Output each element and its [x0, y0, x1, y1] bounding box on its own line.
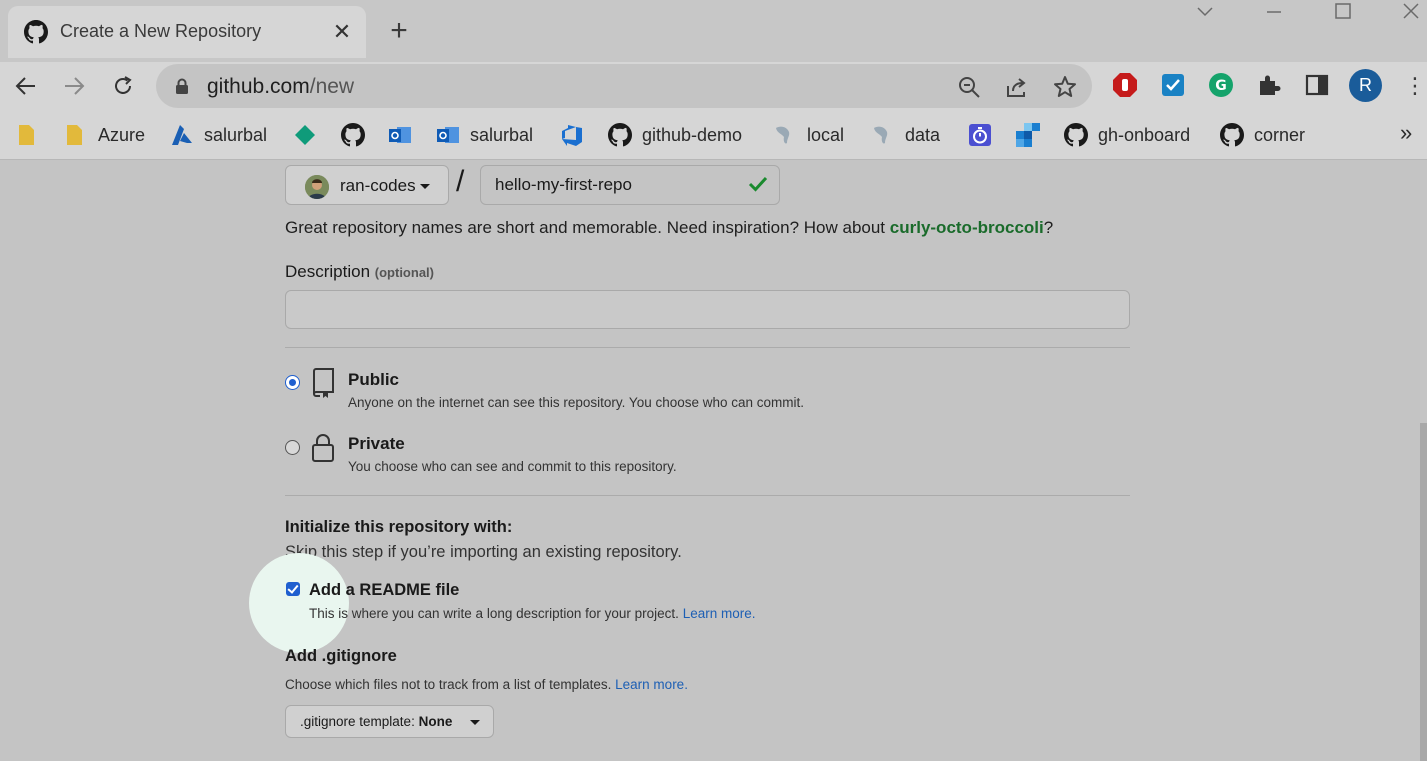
- readme-description: This is where you can write a long descr…: [309, 606, 756, 621]
- owner-avatar: [305, 175, 329, 199]
- caret-down-icon: [470, 720, 480, 725]
- grammarly-icon[interactable]: G: [1208, 72, 1234, 98]
- gitignore-template-dropdown[interactable]: .gitignore template: None: [285, 705, 494, 738]
- public-title: Public: [348, 370, 400, 389]
- bookmark-item[interactable]: gh-onboard: [1064, 122, 1190, 148]
- folder-icon: [19, 125, 34, 145]
- lock-icon: [312, 434, 334, 462]
- description-label: Description (optional): [285, 262, 434, 281]
- private-radio[interactable]: [285, 440, 300, 455]
- svg-text:G: G: [1215, 78, 1227, 94]
- initialize-title: Initialize this repository with:: [285, 518, 513, 536]
- map-icon: [776, 126, 790, 144]
- bookmark-item[interactable]: corner: [1220, 122, 1305, 148]
- owner-repo-separator: /: [456, 165, 465, 198]
- adblock-icon[interactable]: [1112, 72, 1138, 98]
- tab-create-repository[interactable]: Create a New Repository ✕: [8, 6, 366, 58]
- azure-devops-icon: [562, 125, 582, 146]
- bookmark-item[interactable]: Azure: [64, 122, 145, 148]
- private-description: You choose who can see and commit to thi…: [348, 459, 677, 474]
- diamond-icon: [295, 125, 315, 145]
- caret-down-icon: [420, 184, 430, 189]
- bookmark-item[interactable]: [341, 122, 375, 148]
- close-tab-icon[interactable]: ✕: [330, 20, 354, 44]
- bookmark-item[interactable]: github-demo: [608, 122, 742, 148]
- readme-learn-more-link[interactable]: Learn more.: [683, 606, 756, 621]
- owner-name: ran-codes: [340, 176, 416, 195]
- bookmark-item[interactable]: salurbal: [170, 122, 267, 148]
- outlook-icon: [389, 127, 411, 143]
- repository-name-hint: Great repository names are short and mem…: [285, 218, 1054, 237]
- browser-toolbar: github.com/new G R ⋮: [0, 62, 1427, 110]
- bookmark-item[interactable]: [1016, 122, 1050, 148]
- zoom-icon[interactable]: [956, 74, 982, 100]
- click-highlight: [249, 553, 349, 653]
- bookmark-item[interactable]: [293, 122, 327, 148]
- lock-icon: [176, 78, 188, 94]
- browser-menu-icon[interactable]: ⋮: [1404, 71, 1426, 101]
- bookmark-item[interactable]: salurbal: [436, 122, 533, 148]
- bookmark-item[interactable]: [968, 122, 1002, 148]
- bookmark-item[interactable]: data: [871, 122, 940, 148]
- page-scrollbar[interactable]: [1420, 423, 1427, 761]
- check-icon: [748, 176, 768, 192]
- bookmark-star-icon[interactable]: [1052, 74, 1078, 100]
- new-tab-button[interactable]: +: [384, 16, 414, 46]
- map-icon: [874, 126, 888, 144]
- gitignore-learn-more-link[interactable]: Learn more.: [615, 677, 688, 692]
- repository-name-input[interactable]: hello-my-first-repo: [480, 165, 780, 205]
- timer-icon: [969, 124, 991, 146]
- section-divider: [285, 495, 1130, 496]
- close-window-icon[interactable]: [1396, 0, 1426, 22]
- add-readme-label[interactable]: Add a README file: [309, 581, 459, 600]
- forward-arrow-icon[interactable]: [58, 70, 90, 102]
- github-icon: [24, 20, 48, 44]
- side-panel-icon[interactable]: [1304, 72, 1330, 98]
- new-repository-page: ran-codes / hello-my-first-repo Great re…: [0, 161, 1427, 761]
- github-icon: [1220, 123, 1244, 147]
- tab-title: Create a New Repository: [60, 21, 262, 41]
- private-title: Private: [348, 434, 405, 453]
- section-divider: [285, 347, 1130, 348]
- bookmarks-bar: Azure salurbal salurbal github-demo loca…: [0, 110, 1427, 160]
- bookmark-item[interactable]: [560, 122, 594, 148]
- minimize-icon[interactable]: [1259, 0, 1289, 22]
- bookmark-item[interactable]: local: [773, 122, 844, 148]
- squares-icon: [1016, 123, 1040, 147]
- bookmark-item[interactable]: [16, 122, 50, 148]
- profile-avatar[interactable]: R: [1349, 69, 1382, 102]
- reload-icon[interactable]: [107, 70, 139, 102]
- todo-check-icon[interactable]: [1160, 72, 1186, 98]
- github-icon: [341, 123, 365, 147]
- public-radio[interactable]: [285, 375, 300, 390]
- description-input[interactable]: [285, 290, 1130, 329]
- gitignore-title: Add .gitignore: [285, 647, 397, 665]
- folder-icon: [67, 125, 82, 145]
- address-url: github.com/new: [207, 75, 355, 98]
- tab-strip: Create a New Repository ✕ +: [0, 0, 1427, 62]
- gitignore-description: Choose which files not to track from a l…: [285, 677, 688, 692]
- maximize-icon[interactable]: [1328, 0, 1358, 22]
- repo-book-icon: [313, 368, 334, 398]
- outlook-icon: [437, 127, 459, 143]
- address-bar[interactable]: github.com/new: [156, 64, 1092, 108]
- extensions-puzzle-icon[interactable]: [1256, 72, 1282, 98]
- owner-dropdown[interactable]: ran-codes: [285, 165, 449, 205]
- bookmarks-overflow-button[interactable]: »: [1400, 120, 1412, 146]
- tab-search-icon[interactable]: [1190, 0, 1220, 22]
- add-readme-checkbox[interactable]: [286, 582, 300, 596]
- public-description: Anyone on the internet can see this repo…: [348, 395, 805, 410]
- back-arrow-icon[interactable]: [10, 70, 42, 102]
- name-suggestion-link[interactable]: curly-octo-broccoli: [890, 218, 1044, 237]
- bookmark-item[interactable]: [388, 122, 422, 148]
- share-icon[interactable]: [1004, 74, 1030, 100]
- initialize-description: Skip this step if you’re importing an ex…: [285, 543, 682, 561]
- github-icon: [608, 123, 632, 147]
- github-icon: [1064, 123, 1088, 147]
- azure-icon: [172, 125, 192, 145]
